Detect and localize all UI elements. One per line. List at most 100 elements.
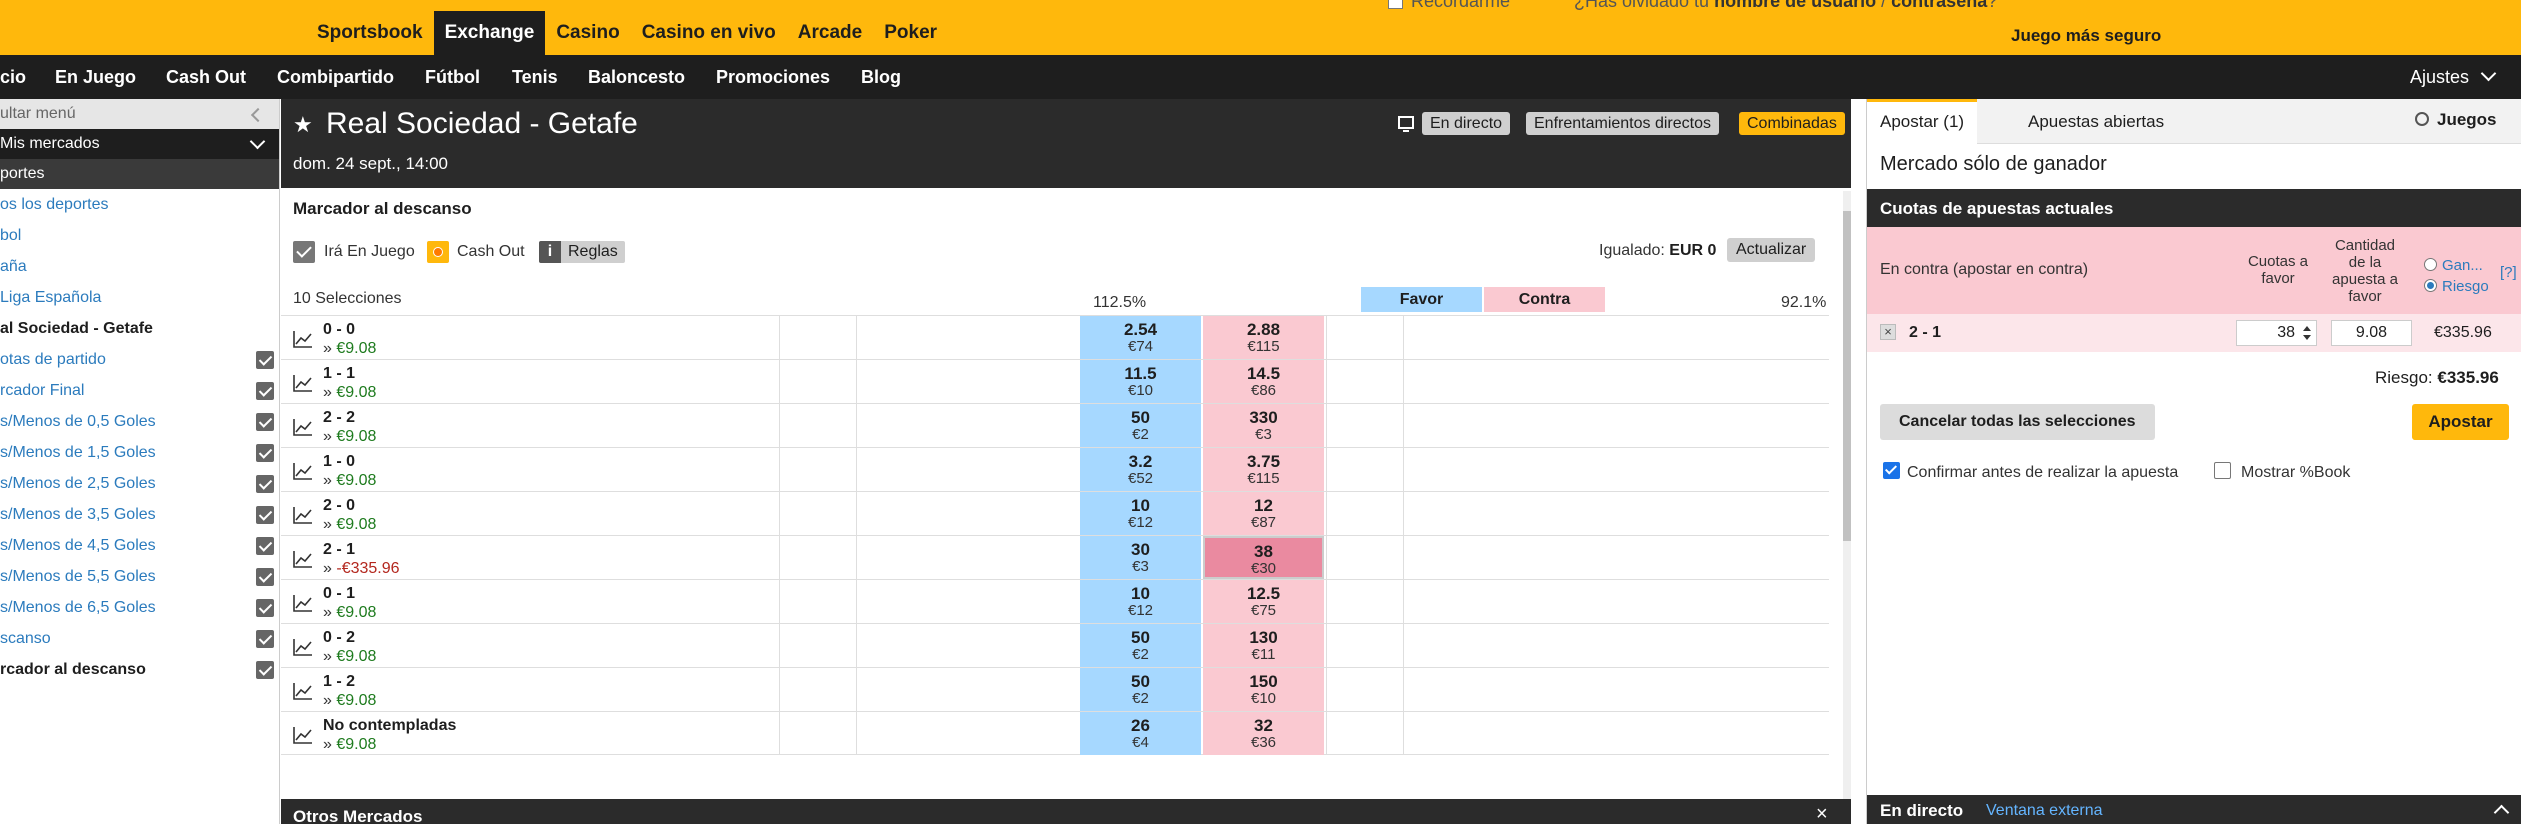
lay-price-cell[interactable]: 32 €36: [1203, 712, 1324, 755]
price-chart-icon[interactable]: [293, 506, 313, 524]
depth-price-cell[interactable]: [1326, 316, 1403, 359]
check-icon[interactable]: [256, 506, 274, 524]
depth-price-cell[interactable]: [1403, 448, 1480, 491]
depth-price-cell[interactable]: [1403, 404, 1480, 447]
scrollbar-thumb[interactable]: [1843, 211, 1851, 541]
depth-price-cell[interactable]: [779, 536, 856, 579]
product-tab-sportsbook[interactable]: Sportsbook: [306, 11, 434, 55]
lay-price-cell[interactable]: 12.5 €75: [1203, 580, 1324, 623]
nav-item-basketball[interactable]: Baloncesto: [588, 55, 685, 99]
chevron-up-icon[interactable]: [2493, 804, 2510, 821]
depth-price-cell[interactable]: [1326, 360, 1403, 403]
back-price-cell[interactable]: 3.2 €52: [1080, 448, 1201, 491]
sidebar-item[interactable]: os los deportes: [0, 189, 279, 220]
sidebar-item[interactable]: s/Menos de 2,5 Goles: [0, 468, 279, 499]
sidebar-item[interactable]: s/Menos de 5,5 Goles: [0, 561, 279, 592]
settings-menu[interactable]: Ajustes: [2410, 55, 2497, 99]
lay-price-cell[interactable]: 150 €10: [1203, 668, 1324, 711]
depth-price-cell[interactable]: [1326, 448, 1403, 491]
price-chart-icon[interactable]: [293, 594, 313, 612]
back-price-cell[interactable]: 10 €12: [1080, 580, 1201, 623]
price-chart-icon[interactable]: [293, 374, 313, 392]
sidebar-item[interactable]: s/Menos de 4,5 Goles: [0, 530, 279, 561]
odds-stepper-icon[interactable]: [2299, 321, 2315, 345]
back-price-cell[interactable]: 50 €2: [1080, 404, 1201, 447]
sidebar-item[interactable]: s/Menos de 3,5 Goles: [0, 499, 279, 530]
depth-price-cell[interactable]: [856, 404, 933, 447]
depth-price-cell[interactable]: [1403, 668, 1480, 711]
check-icon[interactable]: [256, 599, 274, 617]
check-icon[interactable]: [256, 630, 274, 648]
price-chart-icon[interactable]: [293, 682, 313, 700]
product-tab-poker[interactable]: Poker: [873, 11, 948, 55]
cancel-all-button[interactable]: Cancelar todas las selecciones: [1880, 404, 2155, 440]
forgot-username[interactable]: nombre de usuario: [1714, 0, 1876, 11]
head-to-head-button[interactable]: Enfrentamientos directos: [1526, 112, 1719, 135]
depth-price-cell[interactable]: [856, 580, 933, 623]
depth-price-cell[interactable]: [1403, 360, 1480, 403]
depth-price-cell[interactable]: [1326, 580, 1403, 623]
nav-item-in-play[interactable]: En Juego: [55, 55, 136, 99]
confirm-bets-checkbox[interactable]: [1883, 462, 1900, 479]
lay-price-cell[interactable]: 38 €30: [1203, 536, 1324, 579]
nav-item-cash-out[interactable]: Cash Out: [166, 55, 246, 99]
sidebar-item[interactable]: scanso: [0, 623, 279, 654]
lay-price-cell[interactable]: 3.75 €115: [1203, 448, 1324, 491]
back-price-cell[interactable]: 2.54 €74: [1080, 316, 1201, 359]
depth-price-cell[interactable]: [1403, 536, 1480, 579]
remove-selection-button[interactable]: ×: [1880, 324, 1896, 340]
price-chart-icon[interactable]: [293, 638, 313, 656]
forgot-credentials-link[interactable]: ¿Has olvidado tu nombre de usuario / con…: [1574, 0, 1997, 12]
radio-risk[interactable]: Riesgo: [2424, 278, 2489, 295]
sidebar-item[interactable]: s/Menos de 6,5 Goles: [0, 592, 279, 623]
price-chart-icon[interactable]: [293, 550, 313, 568]
depth-price-cell[interactable]: [779, 360, 856, 403]
product-tab-arcade[interactable]: Arcade: [787, 11, 873, 55]
depth-price-cell[interactable]: [856, 668, 933, 711]
depth-price-cell[interactable]: [856, 360, 933, 403]
depth-price-cell[interactable]: [1403, 316, 1480, 359]
check-icon[interactable]: [256, 444, 274, 462]
price-chart-icon[interactable]: [293, 330, 313, 348]
radio-win-button[interactable]: [2424, 258, 2437, 271]
nav-item-football[interactable]: Fútbol: [425, 55, 480, 99]
depth-price-cell[interactable]: [856, 536, 933, 579]
depth-price-cell[interactable]: [1326, 668, 1403, 711]
product-tab-live-casino[interactable]: Casino en vivo: [631, 11, 787, 55]
lay-price-cell[interactable]: 12 €87: [1203, 492, 1324, 535]
back-price-cell[interactable]: 50 €2: [1080, 668, 1201, 711]
nav-item-combipartido[interactable]: Combipartido: [277, 55, 394, 99]
back-price-cell[interactable]: 26 €4: [1080, 712, 1201, 755]
price-chart-icon[interactable]: [293, 418, 313, 436]
sidebar-item[interactable]: bol: [0, 220, 279, 251]
sidebar-item[interactable]: s/Menos de 1,5 Goles: [0, 437, 279, 468]
check-icon[interactable]: [256, 413, 274, 431]
remember-me[interactable]: Recordarme: [1388, 0, 1510, 12]
depth-price-cell[interactable]: [779, 624, 856, 667]
depth-price-cell[interactable]: [1326, 624, 1403, 667]
check-icon[interactable]: [256, 475, 274, 493]
sidebar-item[interactable]: otas de partido: [0, 344, 279, 375]
depth-price-cell[interactable]: [1403, 492, 1480, 535]
sidebar-item[interactable]: rcador al descanso: [0, 654, 279, 685]
show-book-checkbox[interactable]: [2214, 462, 2231, 479]
safer-gambling-link[interactable]: Juego más seguro: [2011, 26, 2161, 46]
help-link[interactable]: [?]: [2500, 264, 2517, 281]
depth-price-cell[interactable]: [779, 448, 856, 491]
depth-price-cell[interactable]: [779, 668, 856, 711]
tab-open-bets[interactable]: Apuestas abiertas: [2028, 99, 2164, 144]
nav-item-blog[interactable]: Blog: [861, 55, 901, 99]
sidebar-item[interactable]: al Sociedad - Getafe: [0, 313, 279, 344]
live-stream-button[interactable]: En directo: [1422, 112, 1511, 135]
check-icon[interactable]: [256, 351, 274, 369]
depth-price-cell[interactable]: [779, 580, 856, 623]
depth-price-cell[interactable]: [779, 712, 856, 755]
my-markets-toggle[interactable]: Mis mercados: [0, 129, 279, 159]
forgot-password[interactable]: contraseña: [1891, 0, 1987, 11]
stake-input[interactable]: 9.08: [2331, 320, 2412, 346]
back-price-cell[interactable]: 10 €12: [1080, 492, 1201, 535]
product-tab-exchange[interactable]: Exchange: [433, 11, 546, 55]
depth-price-cell[interactable]: [856, 712, 933, 755]
check-icon[interactable]: [256, 661, 274, 679]
remember-me-checkbox[interactable]: [1388, 0, 1403, 9]
